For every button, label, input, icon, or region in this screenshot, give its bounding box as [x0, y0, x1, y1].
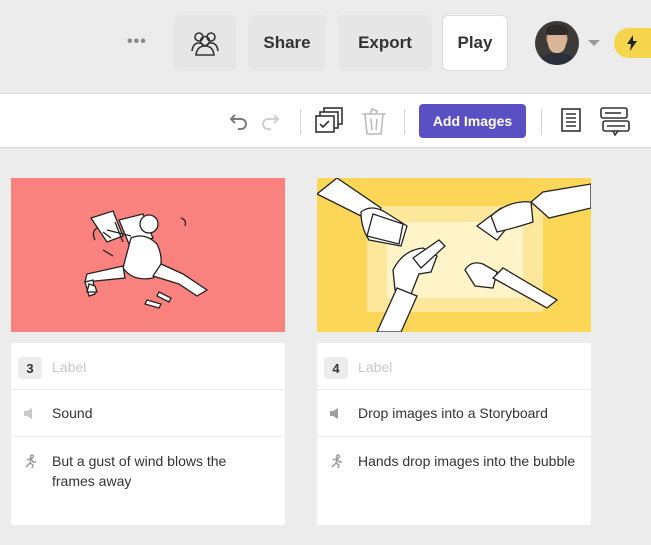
top-bar: ••• Share Export Play: [0, 0, 651, 92]
upgrade-badge[interactable]: [614, 28, 651, 58]
frame-label-row: 3 Label: [11, 343, 285, 390]
frame-sound-row: Sound: [11, 390, 285, 437]
toolbar-divider: [541, 109, 542, 135]
frame-toolbar: Add Images: [0, 93, 651, 148]
frame-sound-input[interactable]: Drop images into a Storyboard: [358, 405, 548, 421]
frame-card: 4 Label Drop images into a Storyboard Ha…: [317, 343, 591, 525]
frame-sound-input[interactable]: Sound: [52, 405, 92, 421]
frame-action-text[interactable]: Hands drop images into the bubble: [358, 451, 578, 471]
frame-card: 3 Label Sound But a gust of wind blows t…: [11, 343, 285, 525]
redo-icon[interactable]: [260, 111, 280, 131]
frame-number-badge: 4: [324, 357, 348, 379]
more-menu-button[interactable]: •••: [127, 33, 147, 51]
trash-icon[interactable]: [360, 106, 388, 136]
frame-sound-row: Drop images into a Storyboard: [317, 390, 591, 437]
collaborators-button[interactable]: [174, 15, 236, 71]
user-avatar[interactable]: [535, 21, 579, 65]
lightning-bolt-icon: [627, 35, 637, 51]
speaker-icon: [24, 408, 32, 419]
toolbar-divider: [404, 109, 405, 135]
add-images-button[interactable]: Add Images: [419, 104, 526, 138]
undo-icon[interactable]: [229, 111, 249, 131]
comments-icon[interactable]: [599, 106, 631, 136]
running-figure-icon: [331, 454, 342, 469]
share-button[interactable]: Share: [248, 15, 326, 71]
speaker-icon: [330, 408, 338, 419]
play-button[interactable]: Play: [442, 15, 508, 71]
frame-image[interactable]: [11, 178, 285, 332]
frame-label-input[interactable]: Label: [52, 359, 86, 375]
frame-number-badge: 3: [18, 357, 42, 379]
people-icon: [191, 32, 219, 56]
export-button[interactable]: Export: [338, 15, 432, 71]
frame-action-row: Hands drop images into the bubble: [317, 437, 591, 525]
falling-person-illustration: [84, 210, 209, 309]
frame-label-input[interactable]: Label: [358, 359, 392, 375]
document-icon[interactable]: [560, 107, 582, 133]
chevron-down-icon[interactable]: [588, 40, 600, 46]
duplicate-frames-icon[interactable]: [314, 106, 346, 136]
running-figure-icon: [25, 454, 36, 469]
frame-image[interactable]: [317, 178, 591, 332]
hands-dropping-images-illustration: [317, 178, 591, 332]
frame-label-row: 4 Label: [317, 343, 591, 390]
toolbar-divider: [300, 109, 301, 135]
frame-action-text[interactable]: But a gust of wind blows the frames away: [52, 451, 272, 491]
frame-action-row: But a gust of wind blows the frames away: [11, 437, 285, 525]
